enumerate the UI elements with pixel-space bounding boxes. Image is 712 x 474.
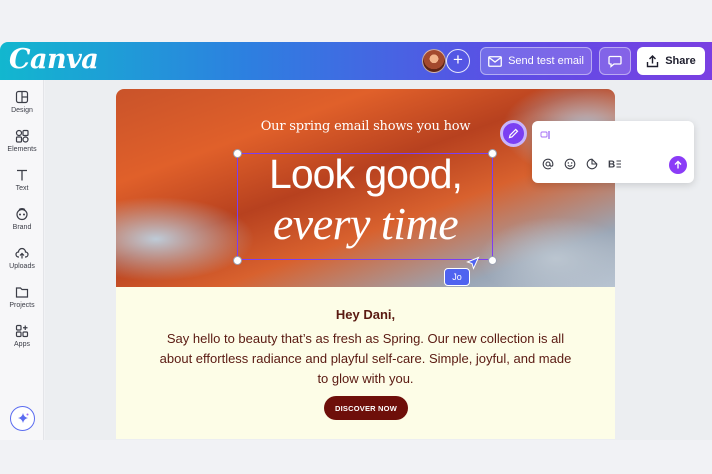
emoji-icon[interactable]	[564, 158, 576, 170]
sidebar-item-apps[interactable]: Apps	[0, 324, 44, 348]
text-cursor-icon	[540, 131, 550, 139]
sidebar-item-uploads[interactable]: Uploads	[0, 246, 44, 270]
brand-icon	[16, 207, 28, 221]
sidebar-item-projects[interactable]: Projects	[0, 285, 44, 309]
sidebar-item-text[interactable]: Text	[0, 168, 44, 192]
edit-text-button[interactable]	[500, 120, 527, 147]
email-greeting[interactable]: Hey Dani,	[116, 307, 615, 322]
canva-logo[interactable]: Canva	[9, 44, 99, 75]
send-comment-button[interactable]	[669, 156, 687, 174]
resize-handle-bottom-right[interactable]	[488, 256, 497, 265]
sidebar-item-label: Apps	[14, 341, 30, 348]
user-avatar[interactable]	[422, 49, 446, 73]
sidebar-item-label: Text	[15, 185, 29, 192]
share-button[interactable]: Share	[637, 47, 705, 75]
mail-icon	[488, 55, 502, 67]
resize-handle-bottom-left[interactable]	[233, 256, 242, 265]
layout-icon	[15, 90, 29, 104]
email-body-text[interactable]: Say hello to beauty that’s as fresh as S…	[156, 329, 575, 389]
comment-popover[interactable]: B	[532, 121, 694, 183]
send-test-email-label: Send test email	[508, 55, 584, 67]
sticker-icon[interactable]	[586, 158, 598, 170]
collaborator-name-badge: Jo	[444, 268, 470, 286]
sidebar-item-label: Design	[11, 107, 33, 114]
resize-handle-top-right[interactable]	[488, 149, 497, 158]
comment-icon	[608, 55, 622, 68]
bold-list-icon[interactable]: B	[608, 158, 622, 170]
text-icon	[17, 169, 27, 181]
shapes-icon	[15, 129, 29, 143]
comments-button[interactable]	[599, 47, 631, 75]
discover-now-button[interactable]: DISCOVER NOW	[324, 396, 408, 420]
add-collaborator-button[interactable]: +	[446, 49, 470, 73]
sidebar-item-label: Projects	[9, 302, 35, 309]
comment-toolbar: B	[542, 158, 622, 170]
sidebar-item-elements[interactable]: Elements	[0, 129, 44, 153]
selection-box[interactable]	[237, 153, 493, 260]
sidebar-item-label: Elements	[7, 146, 37, 153]
resize-handle-top-left[interactable]	[233, 149, 242, 158]
sparkle-icon	[17, 412, 28, 423]
svg-text:B: B	[608, 160, 615, 171]
sidebar-item-label: Uploads	[9, 263, 35, 270]
arrow-up-icon	[674, 160, 682, 169]
apps-icon	[15, 324, 29, 338]
sidebar-item-brand[interactable]: Brand	[0, 207, 44, 231]
sidebar: Design Elements Text Brand Uploads Proje…	[0, 80, 44, 440]
sidebar-item-label: Brand	[12, 224, 32, 231]
share-icon	[647, 54, 659, 67]
mention-icon[interactable]	[542, 158, 554, 170]
pencil-icon	[508, 128, 519, 139]
folder-icon	[15, 287, 29, 298]
cloud-upload-icon	[15, 247, 29, 259]
top-bar: Canva + Send test email Share	[0, 42, 712, 80]
magic-assistant-button[interactable]	[10, 406, 35, 431]
send-test-email-button[interactable]: Send test email	[480, 47, 592, 75]
sidebar-item-design[interactable]: Design	[0, 90, 44, 114]
share-label: Share	[665, 55, 696, 67]
